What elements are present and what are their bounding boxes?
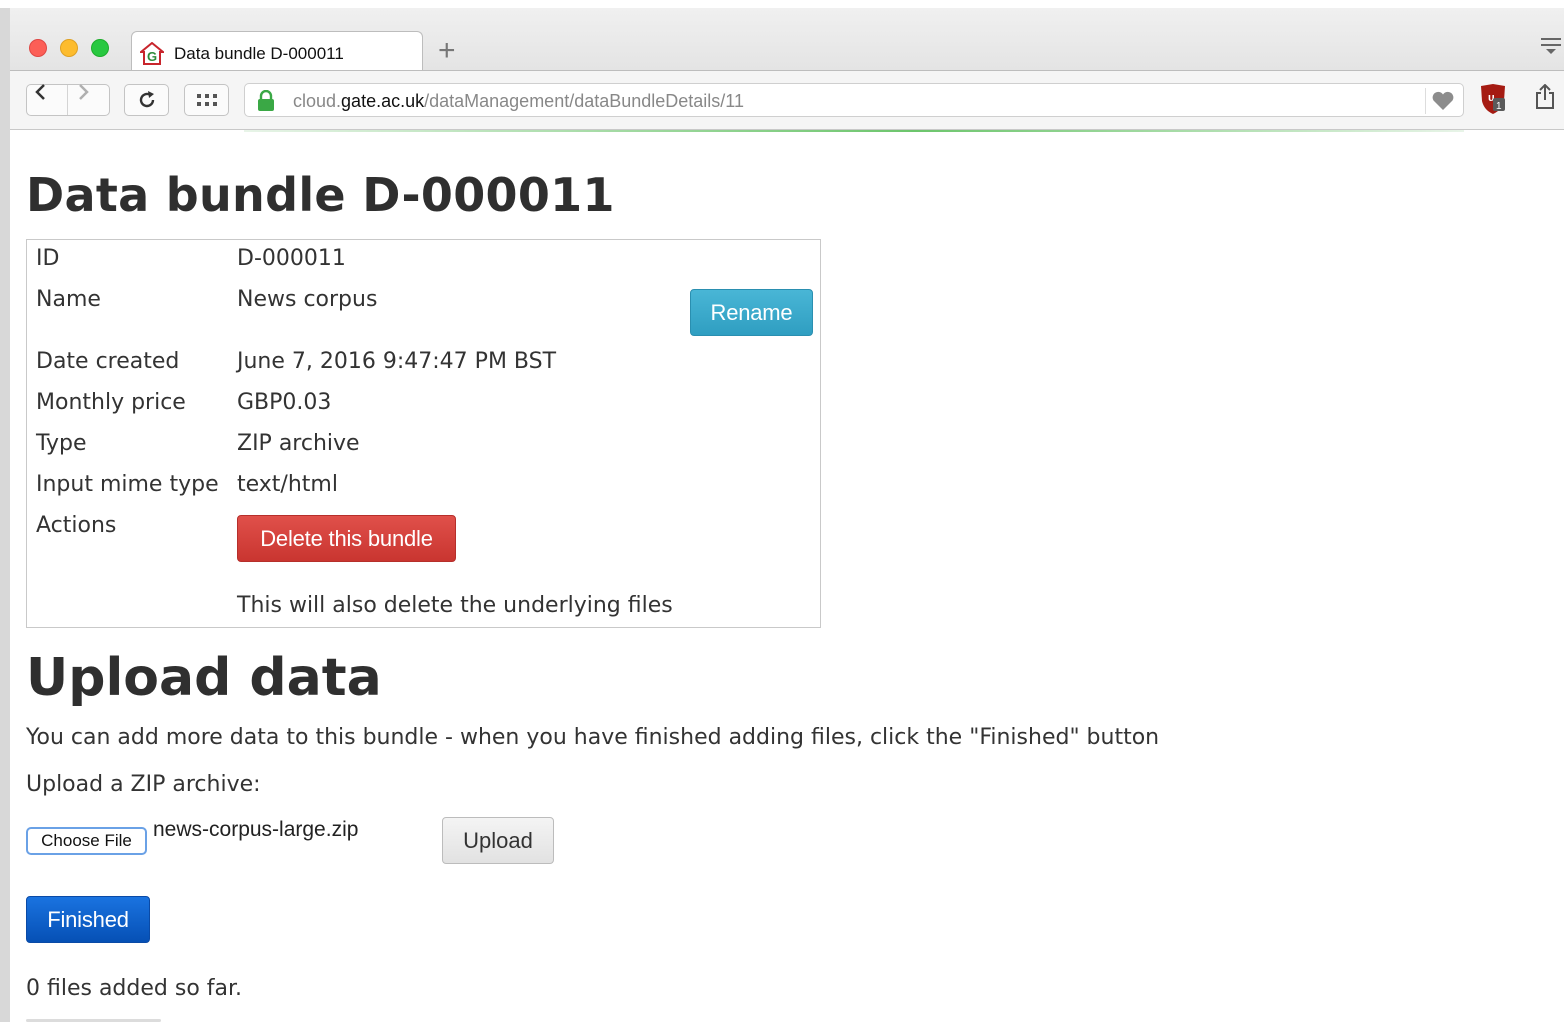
apps-grid-icon: [196, 94, 217, 106]
close-window-button[interactable]: [29, 39, 47, 57]
lock-icon: [257, 89, 275, 116]
browser-chrome: G Data bundle D-000011 + cloud.gate.ac.u…: [0, 0, 1564, 132]
field-label-monthly-price: Monthly price: [36, 390, 186, 415]
finished-button[interactable]: Finished: [26, 896, 150, 943]
delete-bundle-button[interactable]: Delete this bundle: [237, 515, 456, 562]
back-button[interactable]: [27, 84, 68, 115]
new-tab-button[interactable]: +: [438, 36, 456, 66]
rename-button[interactable]: Rename: [690, 289, 813, 336]
zoom-window-button[interactable]: [91, 39, 109, 57]
extension-shield-icon[interactable]: u 1: [1478, 83, 1508, 119]
field-label-type: Type: [36, 431, 87, 456]
field-value-id: D-000011: [237, 246, 346, 271]
page-load-progress: [244, 130, 1464, 132]
svg-text:1: 1: [1496, 101, 1502, 112]
table-row: ID D-000011: [27, 246, 820, 286]
table-row: Date created June 7, 2016 9:47:47 PM BST: [27, 349, 820, 389]
tab-title: Data bundle D-000011: [174, 44, 344, 63]
table-row: Monthly price GBP0.03: [27, 390, 820, 430]
title-bar: G Data bundle D-000011 +: [0, 0, 1564, 78]
url-prefix: cloud.: [293, 91, 342, 111]
field-label-actions: Actions: [36, 513, 117, 538]
reload-button[interactable]: [124, 84, 169, 116]
reload-icon: [139, 91, 154, 108]
field-label-date-created: Date created: [36, 349, 180, 374]
window-frame: [0, 8, 10, 1022]
url-domain: gate.ac.uk: [341, 91, 425, 111]
forward-icon: [79, 84, 89, 100]
browser-toolbar: cloud.gate.ac.uk/dataManagement/dataBund…: [0, 70, 1564, 130]
field-value-type: ZIP archive: [237, 431, 360, 456]
address-bar[interactable]: cloud.gate.ac.uk/dataManagement/dataBund…: [244, 83, 1464, 117]
field-value-monthly-price: GBP0.03: [237, 390, 332, 415]
field-label-input-mime-type: Input mime type: [36, 472, 219, 497]
upload-zip-label: Upload a ZIP archive:: [26, 772, 261, 797]
choose-file-button[interactable]: Choose File: [26, 827, 147, 855]
field-value-name: News corpus: [237, 287, 378, 312]
upload-section-title: Upload data: [26, 648, 382, 708]
share-icon[interactable]: [1534, 83, 1556, 114]
field-value-input-mime-type: text/html: [237, 472, 338, 497]
menu-icon[interactable]: [1540, 36, 1562, 54]
back-icon: [35, 84, 45, 100]
url-path: /dataManagement/dataBundleDetails/11: [424, 91, 744, 111]
selected-file-name: news-corpus-large.zip: [153, 818, 359, 841]
field-label-id: ID: [36, 246, 60, 271]
svg-text:G: G: [147, 49, 157, 64]
delete-warning-text: This will also delete the underlying fil…: [237, 593, 673, 618]
page-title: Data bundle D-000011: [26, 168, 615, 222]
url-text: cloud.gate.ac.uk/dataManagement/dataBund…: [293, 91, 744, 112]
table-row: Type ZIP archive: [27, 431, 820, 471]
forward-button[interactable]: [69, 84, 110, 115]
heart-icon[interactable]: [1431, 91, 1455, 115]
gate-favicon-icon: G: [138, 41, 166, 66]
field-value-date-created: June 7, 2016 9:47:47 PM BST: [237, 349, 557, 374]
url-divider: [1425, 88, 1426, 114]
field-label-name: Name: [36, 287, 101, 312]
apps-button[interactable]: [184, 84, 229, 116]
bundle-details-table: ID D-000011 Name News corpus Rename Date…: [26, 239, 821, 628]
upload-button[interactable]: Upload: [442, 817, 554, 864]
table-row: Input mime type text/html: [27, 472, 820, 512]
minimize-window-button[interactable]: [60, 39, 78, 57]
back-forward-group: [26, 84, 110, 116]
upload-instructions: You can add more data to this bundle - w…: [26, 725, 1160, 750]
files-added-status: 0 files added so far.: [26, 976, 243, 1001]
